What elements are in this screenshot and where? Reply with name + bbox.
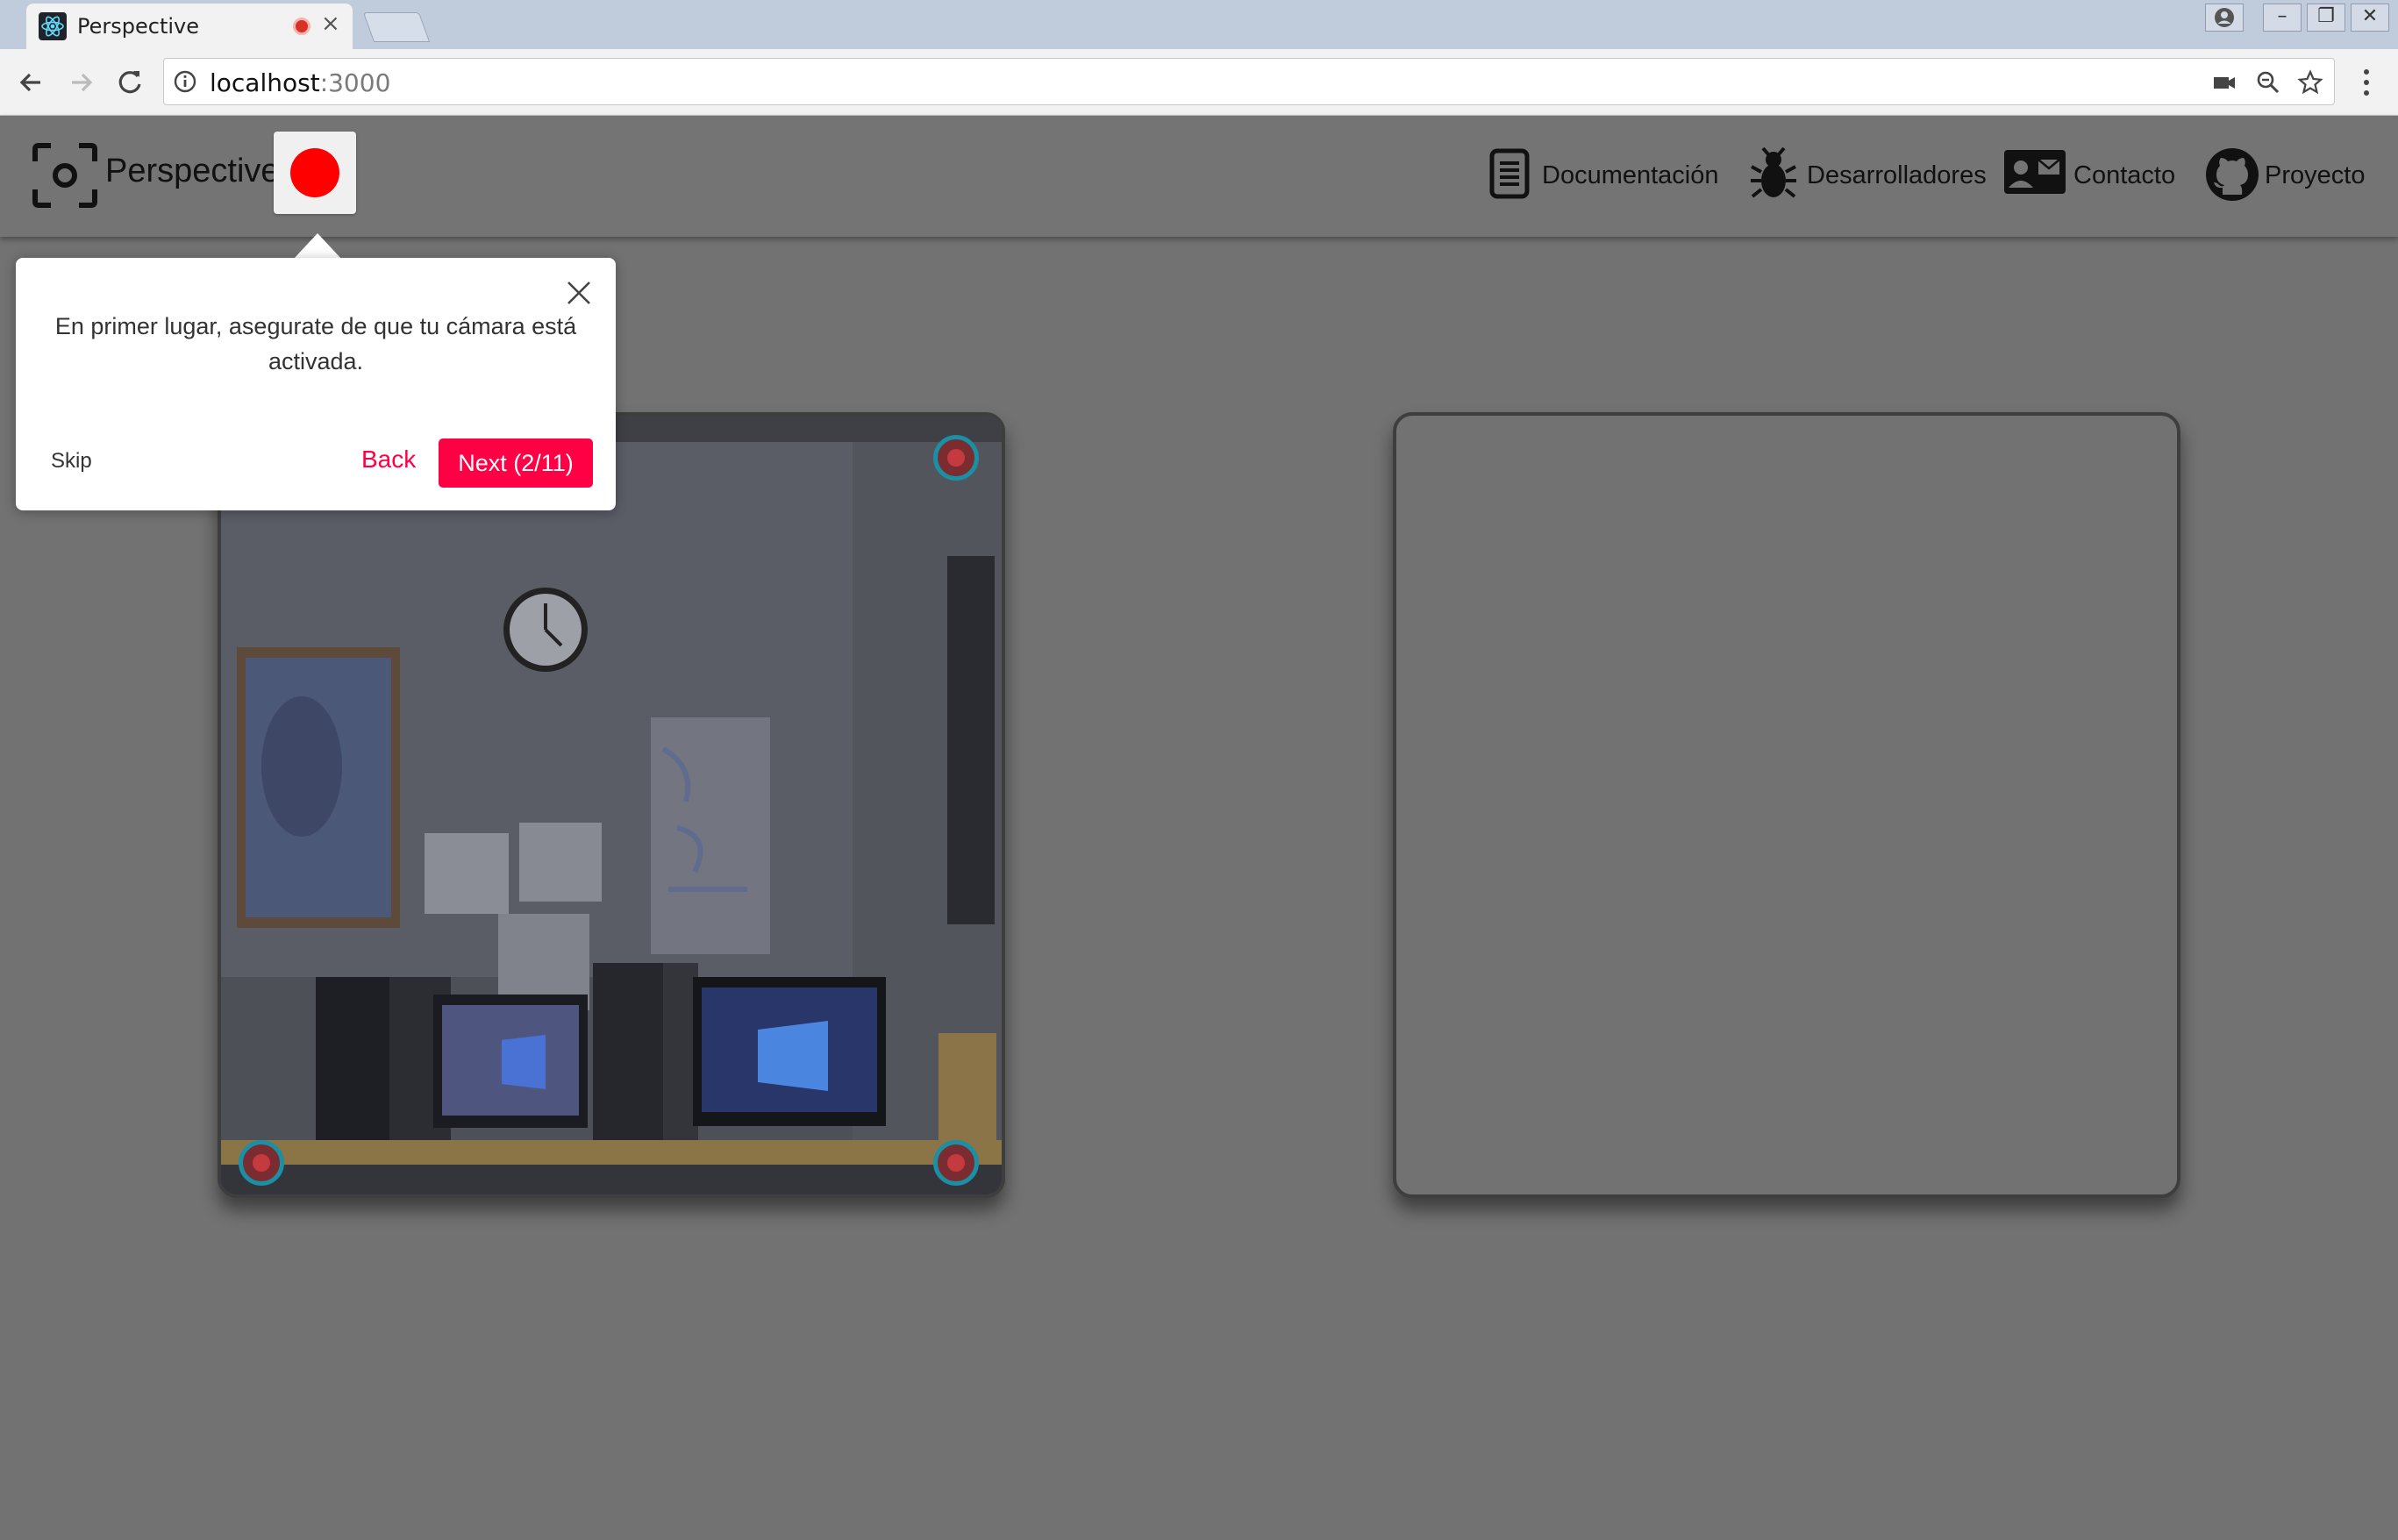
- forward-arrow-icon[interactable]: [61, 63, 100, 102]
- camera-feed-panel[interactable]: [218, 412, 1005, 1198]
- tooltip-close-icon[interactable]: [565, 279, 593, 307]
- tour-back-button[interactable]: Back: [361, 446, 416, 474]
- zoom-icon[interactable]: [2255, 69, 2281, 96]
- nav-documentacion-label: Documentación: [1542, 161, 1719, 189]
- browser-tab[interactable]: Perspective ×: [26, 4, 353, 49]
- document-icon: [1489, 148, 1530, 199]
- nav-proyecto[interactable]: Proyecto: [2205, 147, 2380, 205]
- app-navbar: Perspective Documentación Desarrolladore…: [0, 116, 2398, 237]
- brand-title[interactable]: Perspective: [105, 153, 280, 190]
- nav-contacto-label: Contacto: [2073, 161, 2176, 189]
- browser-toolbar: localhost:3000: [0, 49, 2398, 116]
- url-text: localhost:3000: [210, 68, 390, 97]
- reload-icon[interactable]: [111, 63, 149, 102]
- restore-button[interactable]: ❐: [2307, 4, 2345, 32]
- tooltip-arrow: [293, 233, 342, 260]
- contact-card-icon: [2004, 150, 2066, 194]
- close-window-button[interactable]: ✕: [2351, 4, 2389, 32]
- profile-icon: [2215, 8, 2234, 27]
- record-button[interactable]: [274, 132, 356, 214]
- minimize-button[interactable]: –: [2263, 4, 2302, 32]
- tour-tooltip: En primer lugar, asegurate de que tu cám…: [16, 258, 616, 510]
- corner-handle-bottom-left[interactable]: [239, 1140, 284, 1186]
- tooltip-message: En primer lugar, asegurate de que tu cám…: [54, 313, 577, 374]
- profile-button[interactable]: [2205, 4, 2244, 32]
- react-favicon-icon: [39, 12, 67, 40]
- url-port: :3000: [319, 68, 391, 97]
- corner-handle-top-right[interactable]: [933, 435, 979, 481]
- github-icon: [2206, 148, 2259, 201]
- tab-title: Perspective: [77, 14, 199, 39]
- tour-next-button[interactable]: Next (2/11): [439, 438, 593, 488]
- nav-contacto[interactable]: Contacto: [2003, 147, 2179, 205]
- nav-proyecto-label: Proyecto: [2265, 161, 2366, 189]
- site-info-icon[interactable]: [173, 69, 197, 94]
- new-tab-button[interactable]: [362, 12, 431, 42]
- nav-desarrolladores[interactable]: Desarrolladores: [1749, 147, 1987, 205]
- browser-tab-strip: Perspective × – ❐ ✕: [0, 0, 2398, 49]
- nav-documentacion[interactable]: Documentación: [1488, 147, 1719, 205]
- tab-close-button[interactable]: ×: [321, 11, 340, 37]
- nav-desarrolladores-label: Desarrolladores: [1807, 161, 1987, 189]
- corner-handle-bottom-right[interactable]: [933, 1140, 979, 1186]
- bookmark-star-icon[interactable]: [2297, 69, 2323, 96]
- tour-skip-button[interactable]: Skip: [51, 449, 92, 474]
- address-bar[interactable]: localhost:3000: [163, 58, 2335, 105]
- record-icon: [290, 148, 339, 197]
- camera-in-use-icon[interactable]: [2211, 69, 2237, 96]
- back-arrow-icon[interactable]: [12, 63, 51, 102]
- perspective-output-panel: [1393, 412, 2180, 1198]
- recording-indicator-icon: [293, 18, 310, 35]
- url-host: localhost: [210, 68, 320, 97]
- browser-menu-icon[interactable]: [2358, 65, 2375, 100]
- bug-icon: [1751, 147, 1796, 198]
- camera-feed-image: [221, 416, 1002, 1194]
- camera-focus-logo-icon[interactable]: [32, 142, 98, 209]
